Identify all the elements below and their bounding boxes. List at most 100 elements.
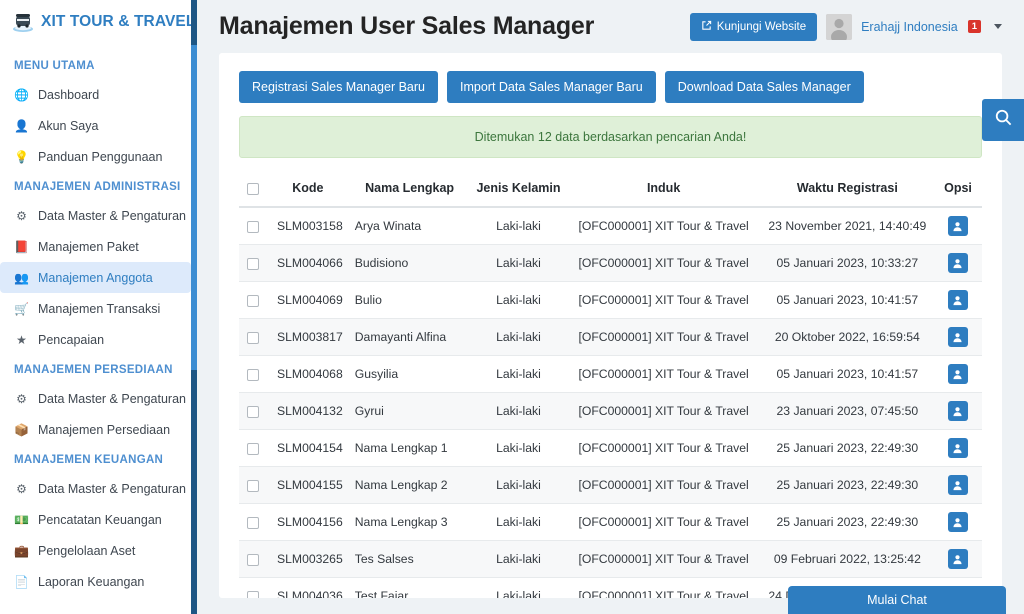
- row-select-cell: [239, 207, 268, 245]
- cell-opsi: [933, 244, 982, 282]
- sidebar-item-manajemen-persediaan[interactable]: 📦 Manajemen Persediaan: [0, 414, 191, 445]
- cell-jenis-kelamin: Laki-laki: [470, 355, 567, 393]
- brand[interactable]: XIT TOUR & TRAVEL: [0, 0, 197, 45]
- row-detail-button[interactable]: [947, 290, 968, 310]
- cell-induk: [OFC000001] XIT Tour & Travel: [566, 466, 761, 504]
- row-detail-button[interactable]: [947, 327, 968, 347]
- row-detail-button[interactable]: [947, 253, 968, 273]
- cell-nama: Budisiono: [348, 244, 471, 282]
- row-checkbox[interactable]: [247, 368, 259, 381]
- sidebar-item-label: Pencapaian: [38, 332, 105, 347]
- user-name[interactable]: Erahajj Indonesia: [861, 20, 958, 34]
- brand-name: XIT TOUR & TRAVEL: [41, 12, 196, 30]
- col-nama[interactable]: Nama Lengkap: [348, 172, 471, 208]
- gears-icon: ⚙: [16, 481, 27, 496]
- col-kode[interactable]: Kode: [267, 172, 349, 208]
- row-checkbox[interactable]: [247, 294, 259, 307]
- page-title: Manajemen User Sales Manager: [219, 12, 595, 40]
- row-select-cell: [239, 355, 268, 393]
- cell-induk: [OFC000001] XIT Tour & Travel: [566, 318, 761, 356]
- cell-jenis-kelamin: Laki-laki: [470, 392, 567, 430]
- visit-website-button[interactable]: Kunjungi Website: [689, 12, 818, 41]
- sidebar-item-manajemen-transaksi[interactable]: 🛒 Manajemen Transaksi: [0, 293, 191, 324]
- sidebar-item-pencatatan-keuangan[interactable]: 💵 Pencatatan Keuangan: [0, 504, 191, 535]
- cell-kode: SLM004069: [267, 281, 349, 319]
- cell-jenis-kelamin: Laki-laki: [470, 244, 567, 282]
- sidebar-section-title: MANAJEMEN ADMINISTRASI: [14, 181, 181, 193]
- sidebar-item-label: Panduan Penggunaan: [38, 149, 163, 164]
- visit-website-label: Kunjungi Website: [716, 20, 807, 33]
- sidebar-item-panduan-penggunaan[interactable]: 💡 Panduan Penggunaan: [0, 141, 191, 172]
- row-detail-button[interactable]: [947, 549, 968, 569]
- row-checkbox[interactable]: [247, 331, 259, 344]
- row-detail-button[interactable]: [947, 438, 968, 458]
- cell-waktu-registrasi: 25 Januari 2023, 22:49:30: [760, 466, 934, 504]
- sidebar-item-data-master-pengaturan[interactable]: ⚙ Data Master & Pengaturan: [0, 383, 191, 414]
- cell-jenis-kelamin: Laki-laki: [470, 281, 567, 319]
- row-checkbox[interactable]: [247, 257, 259, 270]
- sidebar-item-data-master-pengaturan[interactable]: ⚙ Data Master & Pengaturan: [0, 473, 191, 504]
- toolbar-button-1[interactable]: Import Data Sales Manager Baru: [447, 71, 656, 103]
- select-all-checkbox[interactable]: [247, 182, 259, 195]
- row-checkbox[interactable]: [247, 590, 259, 598]
- sidebar-item-pencapaian[interactable]: ★ Pencapaian: [0, 324, 191, 355]
- row-select-cell: [239, 244, 268, 282]
- cell-kode: SLM003158: [267, 207, 349, 245]
- cell-induk: [OFC000001] XIT Tour & Travel: [566, 281, 761, 319]
- row-checkbox[interactable]: [247, 479, 259, 492]
- row-checkbox[interactable]: [247, 405, 259, 418]
- row-detail-button[interactable]: [947, 216, 968, 236]
- cell-kode: SLM004154: [267, 429, 349, 467]
- row-checkbox[interactable]: [247, 220, 259, 233]
- cell-opsi: [933, 392, 982, 430]
- row-detail-button[interactable]: [947, 475, 968, 495]
- sidebar-item-manajemen-paket[interactable]: 📕 Manajemen Paket: [0, 231, 191, 262]
- sidebar-item-manajemen-anggota[interactable]: 👥 Manajemen Anggota: [0, 262, 191, 293]
- col-jenis-kelamin[interactable]: Jenis Kelamin: [470, 172, 567, 208]
- row-checkbox[interactable]: [247, 442, 259, 455]
- cell-opsi: [933, 207, 982, 245]
- search-toggle-button[interactable]: [982, 99, 1024, 141]
- col-induk[interactable]: Induk: [566, 172, 761, 208]
- boxes-icon: 📦: [14, 422, 29, 437]
- sidebar-item-akun-saya[interactable]: 👤 Akun Saya: [0, 110, 191, 141]
- toolbar-button-0[interactable]: Registrasi Sales Manager Baru: [239, 71, 438, 103]
- row-detail-button[interactable]: [947, 512, 968, 532]
- content-card: Registrasi Sales Manager Baru Import Data…: [219, 53, 1002, 598]
- avatar[interactable]: [826, 13, 853, 40]
- cell-nama: Gusyilia: [348, 355, 471, 393]
- user-icon: [953, 517, 963, 527]
- sidebar-item-label: Dashboard: [38, 87, 100, 102]
- cell-nama: Nama Lengkap 2: [348, 466, 471, 504]
- sidebar-item-dashboard[interactable]: 🌐 Dashboard: [0, 79, 191, 110]
- table-header-row: Kode Nama Lengkap Jenis Kelamin Induk Wa…: [239, 172, 982, 208]
- external-link-icon: [701, 20, 712, 34]
- cell-kode: SLM003817: [267, 318, 349, 356]
- cell-jenis-kelamin: Laki-laki: [470, 207, 567, 245]
- cell-waktu-registrasi: 09 Februari 2022, 13:25:42: [760, 540, 934, 578]
- row-checkbox[interactable]: [247, 516, 259, 529]
- row-detail-button[interactable]: [947, 401, 968, 421]
- toolbar-button-2[interactable]: Download Data Sales Manager: [664, 71, 864, 103]
- table-row: SLM004155 Nama Lengkap 2 Laki-laki [OFC0000…: [239, 466, 982, 504]
- gears-icon: ⚙: [16, 208, 27, 223]
- sidebar-item-label: Akun Saya: [38, 118, 99, 133]
- sidebar-item-label: Manajemen Anggota: [38, 270, 153, 285]
- cell-induk: [OFC000001] XIT Tour & Travel: [566, 392, 761, 430]
- cell-jenis-kelamin: Laki-laki: [470, 577, 567, 598]
- cell-nama: Bulio: [348, 281, 471, 319]
- row-checkbox[interactable]: [247, 553, 259, 566]
- user-icon: [953, 221, 963, 231]
- sidebar-item-laporan-keuangan[interactable]: 📄 Laporan Keuangan: [0, 566, 191, 597]
- chat-widget-button[interactable]: Mulai Chat: [788, 586, 1006, 614]
- sidebar-item-data-master-pengaturan[interactable]: ⚙ Data Master & Pengaturan: [0, 200, 191, 231]
- app-root: XIT TOUR & TRAVEL MENU UTAMA 🌐 Dashboard 👤 A…: [0, 0, 1024, 614]
- notification-badge[interactable]: 1: [967, 20, 981, 33]
- search-icon: [994, 108, 1013, 132]
- table-row: SLM004066 Budisiono Laki-laki [OFC000001] X…: [239, 244, 982, 282]
- sidebar-item-pengelolaan-aset[interactable]: 💼 Pengelolaan Aset: [0, 535, 191, 566]
- row-detail-button[interactable]: [947, 364, 968, 384]
- sidebar-section-title: MANAJEMEN KEUANGAN: [14, 454, 164, 466]
- chevron-down-icon[interactable]: [994, 24, 1002, 29]
- col-waktu-registrasi[interactable]: Waktu Registrasi: [760, 172, 934, 208]
